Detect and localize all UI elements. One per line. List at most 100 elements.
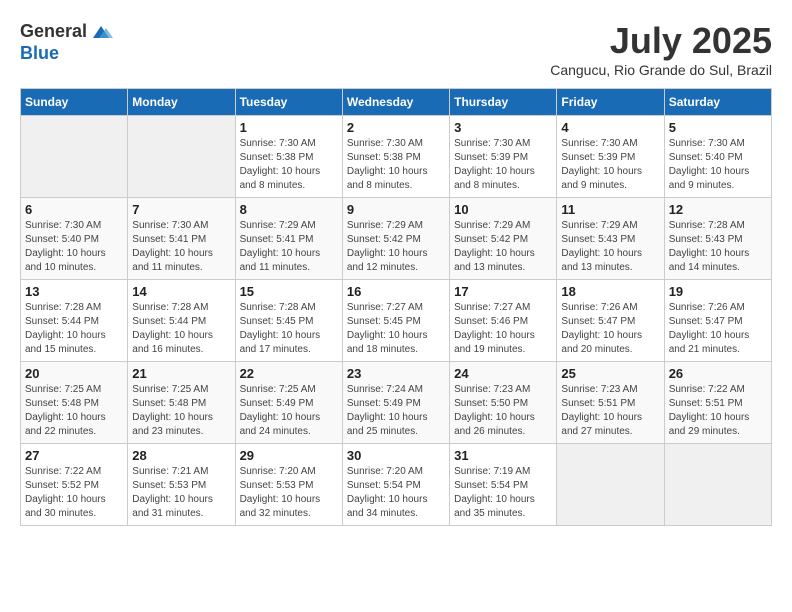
day-number: 24 [454,366,552,381]
day-info: Sunrise: 7:19 AMSunset: 5:54 PMDaylight:… [454,465,552,521]
calendar-week-row: 1 Sunrise: 7:30 AMSunset: 5:38 PMDaylight… [21,116,772,198]
day-number: 19 [669,284,767,299]
weekday-header: Wednesday [342,89,449,116]
day-number: 25 [561,366,659,381]
calendar-cell: 1Sunrise: 7:30 AMSunset: 5:38 PMDaylight… [235,116,342,198]
day-info: Sunrise: 7:30 AMSunset: 5:40 PMDaylight:… [669,137,767,193]
day-info: Sunrise: 7:28 AMSunset: 5:44 PMDaylight:… [25,301,123,357]
day-info: Sunrise: 7:25 AMSunset: 5:49 PMDaylight:… [240,383,338,439]
day-info: Sunrise: 7:23 AMSunset: 5:51 PMDaylight:… [561,383,659,439]
day-number: 12 [669,202,767,217]
weekday-header: Saturday [664,89,771,116]
calendar-week-row: 27 Sunrise: 7:22 AMSunset: 5:52 PMDayligh… [21,444,772,526]
calendar-cell: 7 Sunrise: 7:30 AMSunset: 5:41 PMDaylight… [128,198,235,280]
day-number: 1 [240,120,338,135]
calendar-cell [128,116,235,198]
day-info: Sunrise: 7:25 AMSunset: 5:48 PMDaylight:… [132,383,230,439]
day-number: 5 [669,120,767,135]
calendar-cell: 19 Sunrise: 7:26 AMSunset: 5:47 PMDayligh… [664,280,771,362]
calendar-cell: 9 Sunrise: 7:29 AMSunset: 5:42 PMDaylight… [342,198,449,280]
day-info: Sunrise: 7:27 AMSunset: 5:45 PMDaylight:… [347,301,445,357]
day-info: Sunrise: 7:26 AMSunset: 5:47 PMDaylight:… [561,301,659,357]
calendar-cell: 27 Sunrise: 7:22 AMSunset: 5:52 PMDayligh… [21,444,128,526]
day-number: 31 [454,448,552,463]
day-info: Sunrise: 7:30 AMSunset: 5:40 PMDaylight:… [25,219,123,275]
day-info: Sunrise: 7:22 AMSunset: 5:52 PMDaylight:… [25,465,123,521]
calendar-cell: 13 Sunrise: 7:28 AMSunset: 5:44 PMDayligh… [21,280,128,362]
day-number: 6 [25,202,123,217]
day-info: Sunrise: 7:26 AMSunset: 5:47 PMDaylight:… [669,301,767,357]
day-number: 8 [240,202,338,217]
day-info: Sunrise: 7:28 AMSunset: 5:45 PMDaylight:… [240,301,338,357]
weekday-header-row: SundayMondayTuesdayWednesdayThursdayFrid… [21,89,772,116]
calendar-cell: 25 Sunrise: 7:23 AMSunset: 5:51 PMDayligh… [557,362,664,444]
day-number: 22 [240,366,338,381]
day-info: Sunrise: 7:30 AMSunset: 5:38 PMDaylight:… [347,137,445,193]
weekday-header: Friday [557,89,664,116]
calendar-cell: 2 Sunrise: 7:30 AMSunset: 5:38 PMDaylight… [342,116,449,198]
day-number: 28 [132,448,230,463]
calendar-cell: 24 Sunrise: 7:23 AMSunset: 5:50 PMDayligh… [450,362,557,444]
day-info: Sunrise: 7:24 AMSunset: 5:49 PMDaylight:… [347,383,445,439]
calendar-cell: 28Sunrise: 7:21 AMSunset: 5:53 PMDayligh… [128,444,235,526]
day-info: Sunrise: 7:22 AMSunset: 5:51 PMDaylight:… [669,383,767,439]
day-number: 9 [347,202,445,217]
calendar-cell: 8 Sunrise: 7:29 AMSunset: 5:41 PMDaylight… [235,198,342,280]
day-number: 30 [347,448,445,463]
calendar-cell: 12 Sunrise: 7:28 AMSunset: 5:43 PMDayligh… [664,198,771,280]
calendar-cell [21,116,128,198]
day-number: 23 [347,366,445,381]
day-number: 21 [132,366,230,381]
calendar-week-row: 20 Sunrise: 7:25 AMSunset: 5:48 PMDayligh… [21,362,772,444]
calendar-cell: 20Sunrise: 7:25 AMSunset: 5:48 PMDayligh… [21,362,128,444]
weekday-header: Monday [128,89,235,116]
day-number: 7 [132,202,230,217]
day-info: Sunrise: 7:30 AMSunset: 5:41 PMDaylight:… [132,219,230,275]
weekday-header: Sunday [21,89,128,116]
day-info: Sunrise: 7:30 AMSunset: 5:39 PMDaylight:… [561,137,659,193]
calendar-cell: 22 Sunrise: 7:25 AMSunset: 5:49 PMDayligh… [235,362,342,444]
day-number: 14 [132,284,230,299]
calendar-cell: 30 Sunrise: 7:20 AMSunset: 5:54 PMDayligh… [342,444,449,526]
day-number: 15 [240,284,338,299]
day-number: 10 [454,202,552,217]
calendar-cell: 18 Sunrise: 7:26 AMSunset: 5:47 PMDayligh… [557,280,664,362]
day-number: 16 [347,284,445,299]
calendar-cell: 10Sunrise: 7:29 AMSunset: 5:42 PMDayligh… [450,198,557,280]
page-header: General Blue July 2025 Cangucu, Rio Gran… [20,20,772,78]
calendar-cell: 6 Sunrise: 7:30 AMSunset: 5:40 PMDaylight… [21,198,128,280]
weekday-header: Thursday [450,89,557,116]
logo-icon [89,20,113,44]
day-info: Sunrise: 7:27 AMSunset: 5:46 PMDaylight:… [454,301,552,357]
calendar-cell [664,444,771,526]
calendar-cell: 21 Sunrise: 7:25 AMSunset: 5:48 PMDayligh… [128,362,235,444]
calendar-cell: 31 Sunrise: 7:19 AMSunset: 5:54 PMDayligh… [450,444,557,526]
day-number: 18 [561,284,659,299]
day-info: Sunrise: 7:20 AMSunset: 5:54 PMDaylight:… [347,465,445,521]
calendar-table: SundayMondayTuesdayWednesdayThursdayFrid… [20,88,772,526]
weekday-header: Tuesday [235,89,342,116]
day-number: 2 [347,120,445,135]
day-info: Sunrise: 7:20 AMSunset: 5:53 PMDaylight:… [240,465,338,521]
day-info: Sunrise: 7:29 AMSunset: 5:42 PMDaylight:… [347,219,445,275]
day-number: 26 [669,366,767,381]
day-number: 29 [240,448,338,463]
day-info: Sunrise: 7:28 AMSunset: 5:44 PMDaylight:… [132,301,230,357]
day-info: Sunrise: 7:29 AMSunset: 5:41 PMDaylight:… [240,219,338,275]
day-number: 17 [454,284,552,299]
day-number: 4 [561,120,659,135]
day-info: Sunrise: 7:23 AMSunset: 5:50 PMDaylight:… [454,383,552,439]
logo-blue-text: Blue [20,44,113,64]
calendar-cell: 11Sunrise: 7:29 AMSunset: 5:43 PMDayligh… [557,198,664,280]
calendar-cell: 16 Sunrise: 7:27 AMSunset: 5:45 PMDayligh… [342,280,449,362]
logo-general-text: General [20,22,87,42]
month-title: July 2025 [550,20,772,62]
calendar-cell: 3Sunrise: 7:30 AMSunset: 5:39 PMDaylight… [450,116,557,198]
day-number: 13 [25,284,123,299]
day-number: 20 [25,366,123,381]
day-info: Sunrise: 7:28 AMSunset: 5:43 PMDaylight:… [669,219,767,275]
day-info: Sunrise: 7:29 AMSunset: 5:43 PMDaylight:… [561,219,659,275]
day-number: 27 [25,448,123,463]
calendar-cell: 23 Sunrise: 7:24 AMSunset: 5:49 PMDayligh… [342,362,449,444]
calendar-cell: 26 Sunrise: 7:22 AMSunset: 5:51 PMDayligh… [664,362,771,444]
